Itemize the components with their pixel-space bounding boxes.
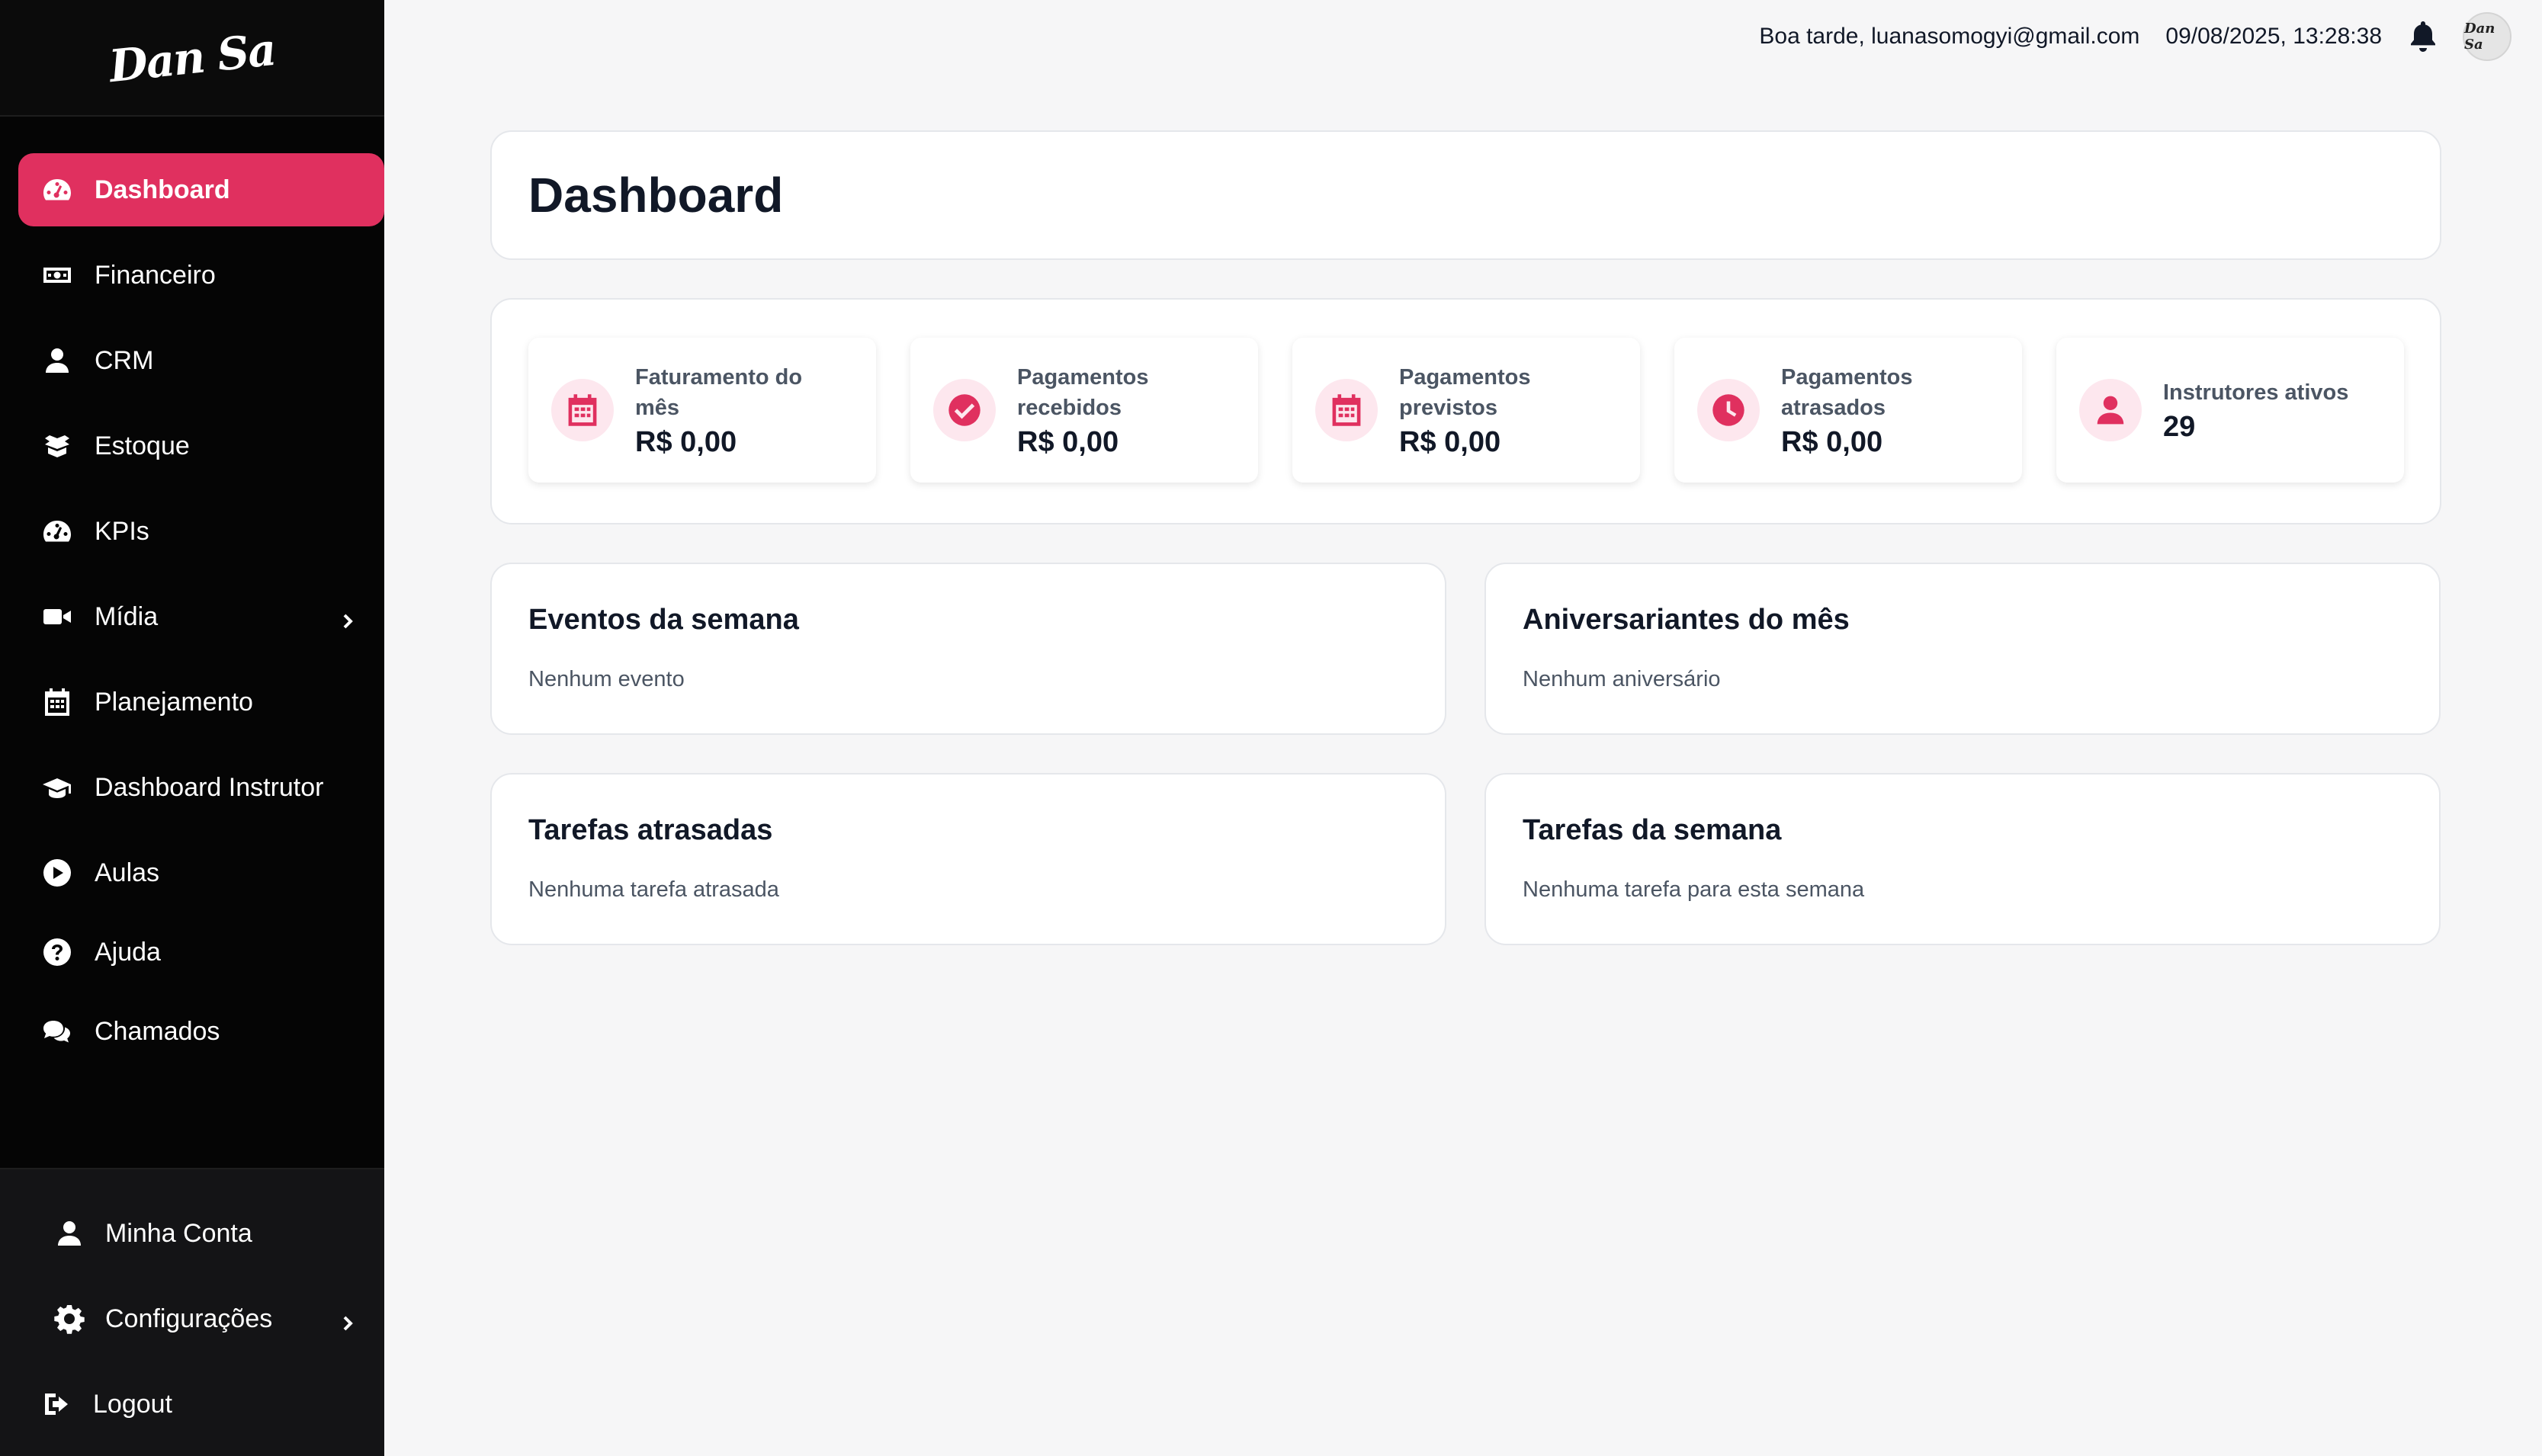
sidebar-item-label: CRM (95, 345, 154, 375)
sidebar-item-label: Minha Conta (105, 1218, 252, 1248)
calendar-icon (1315, 379, 1378, 441)
card-title: Tarefas da semana (1523, 814, 1782, 846)
empty-state-text: Nenhum aniversário (1523, 667, 1721, 691)
stat-label: Pagamentos atrasados (1781, 364, 1913, 420)
sidebar-item-aulas[interactable]: Aulas (18, 836, 384, 909)
stat-label: Faturamento do mês (635, 364, 803, 420)
birthdays-card: Aniversariantes do mês Nenhum aniversári… (1484, 563, 2441, 735)
sidebar-item-estoque[interactable]: Estoque (18, 409, 384, 483)
stat-label: Instrutores ativos (2163, 380, 2349, 405)
stat-value: 29 (2163, 410, 2196, 443)
stat-value: R$ 0,00 (635, 425, 737, 458)
graduation-cap-icon (41, 771, 73, 803)
sidebar-nav: Dashboard Financeiro CRM Estoque KPIs Mí… (0, 117, 384, 1168)
sidebar-item-label: Estoque (95, 431, 190, 460)
page-title-card: Dashboard (490, 130, 2441, 260)
sidebar-item-dashboard[interactable]: Dashboard (18, 153, 384, 226)
question-circle-icon (41, 936, 73, 968)
sidebar-item-crm[interactable]: CRM (18, 324, 384, 397)
events-card: Eventos da semana Nenhum evento (490, 563, 1446, 735)
gear-icon (53, 1303, 85, 1335)
stat-label: Pagamentos previstos (1399, 364, 1531, 420)
late-tasks-card: Tarefas atrasadas Nenhuma tarefa atrasad… (490, 773, 1446, 945)
logout-icon (41, 1388, 73, 1420)
sidebar-item-label: Chamados (95, 1016, 220, 1046)
clock-icon (1697, 379, 1760, 441)
sidebar-item-label: Dashboard (95, 175, 230, 204)
sidebar-item-ajuda[interactable]: Ajuda (18, 916, 384, 989)
chat-icon (41, 1015, 73, 1047)
sidebar-item-label: Dashboard Instrutor (95, 772, 324, 802)
logo-text: Dan Sa (107, 23, 278, 92)
sidebar-item-label: Logout (93, 1389, 172, 1419)
card-title: Aniversariantes do mês (1523, 604, 1850, 636)
sidebar-item-logout[interactable]: Logout (0, 1368, 384, 1441)
box-icon (41, 430, 73, 462)
sidebar-item-label: Configurações (105, 1304, 273, 1333)
stat-label: Pagamentos recebidos (1017, 364, 1149, 420)
stat-value: R$ 0,00 (1017, 425, 1119, 458)
page-title: Dashboard (528, 168, 784, 223)
sidebar-item-label: Financeiro (95, 260, 216, 290)
datetime-text: 09/08/2025, 13:28:38 (2165, 24, 2382, 49)
sidebar-item-midia[interactable]: Mídia (18, 580, 384, 653)
user-icon (41, 345, 73, 377)
chevron-right-icon[interactable] (339, 1310, 357, 1331)
stat-value: R$ 0,00 (1399, 425, 1501, 458)
bell-icon[interactable] (2408, 20, 2438, 53)
calendar-icon (41, 686, 73, 718)
money-icon (41, 259, 73, 291)
sidebar-item-label: Mídia (95, 601, 159, 631)
sidebar-item-planejamento[interactable]: Planejamento (18, 665, 384, 739)
greeting-text: Boa tarde, luanasomogyi@gmail.com (1759, 24, 2140, 49)
sidebar-footer: Minha Conta Configurações Logout (0, 1168, 384, 1456)
stat-pagamentos-atrasados: Pagamentos atrasados R$ 0,00 (1674, 338, 2022, 483)
stats-card: Faturamento do mês R$ 0,00 Pagamentos re… (490, 298, 2441, 524)
empty-state-text: Nenhum evento (528, 667, 685, 691)
play-circle-icon (41, 857, 73, 889)
sidebar-item-chamados[interactable]: Chamados (18, 995, 384, 1068)
calendar-icon (551, 379, 614, 441)
card-title: Eventos da semana (528, 604, 799, 636)
empty-state-text: Nenhuma tarefa atrasada (528, 877, 779, 902)
stat-faturamento: Faturamento do mês R$ 0,00 (528, 338, 876, 483)
gauge-icon (41, 515, 73, 547)
card-title: Tarefas atrasadas (528, 814, 773, 846)
user-icon (53, 1217, 85, 1249)
week-tasks-card: Tarefas da semana Nenhuma tarefa para es… (1484, 773, 2441, 945)
sidebar-item-financeiro[interactable]: Financeiro (18, 239, 384, 312)
stat-value: R$ 0,00 (1781, 425, 1883, 458)
avatar-logo-text: Dan Sa (2464, 21, 2495, 53)
top-bar: Boa tarde, luanasomogyi@gmail.com 09/08/… (384, 0, 2542, 73)
avatar[interactable]: Dan Sa (2463, 12, 2512, 61)
stat-pagamentos-recebidos: Pagamentos recebidos R$ 0,00 (910, 338, 1258, 483)
empty-state-text: Nenhuma tarefa para esta semana (1523, 877, 1865, 902)
stat-pagamentos-previstos: Pagamentos previstos R$ 0,00 (1292, 338, 1640, 483)
check-circle-icon (933, 379, 996, 441)
sidebar-item-label: Ajuda (95, 937, 161, 967)
sidebar: Dan Sa Dashboard Financeiro CRM Estoque (0, 0, 384, 1456)
video-icon (41, 601, 73, 633)
sidebar-item-label: KPIs (95, 516, 149, 546)
chevron-right-icon[interactable] (339, 608, 357, 629)
sidebar-item-minha-conta[interactable]: Minha Conta (0, 1197, 384, 1270)
stat-instrutores-ativos: Instrutores ativos 29 (2056, 338, 2404, 483)
sidebar-item-label: Aulas (95, 858, 160, 887)
sidebar-item-label: Planejamento (95, 687, 253, 717)
logo[interactable]: Dan Sa (0, 0, 384, 117)
sidebar-item-configuracoes[interactable]: Configurações (0, 1282, 384, 1355)
sidebar-item-kpis[interactable]: KPIs (18, 495, 384, 568)
gauge-icon (41, 174, 73, 206)
user-icon (2079, 379, 2142, 441)
sidebar-item-dashboard-instrutor[interactable]: Dashboard Instrutor (18, 751, 384, 824)
